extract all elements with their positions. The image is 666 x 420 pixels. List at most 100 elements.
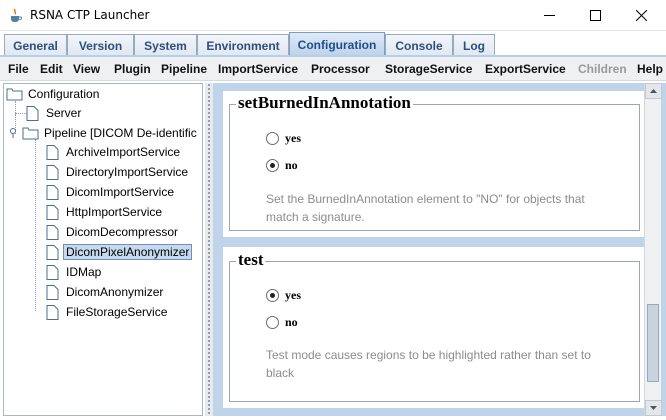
tree-item-idmap[interactable]: IDMap [46, 263, 103, 281]
menu-pipeline[interactable]: Pipeline [161, 62, 207, 76]
menu-processor[interactable]: Processor [311, 62, 370, 76]
attribute-title: test [236, 250, 266, 270]
tree-item-label: ArchiveImportService [66, 145, 181, 159]
tree-item-label: DicomImportService [66, 185, 175, 199]
tree-connector [35, 139, 36, 311]
splitter-grip [207, 83, 211, 416]
menu-bar: File Edit View Plugin Pipeline ImportSer… [0, 57, 666, 81]
tree-item-http-import-service[interactable]: HttpImportService [46, 203, 164, 221]
tree-item-dicom-anonymizer[interactable]: DicomAnonymizer [46, 283, 165, 301]
radio-no[interactable]: no [266, 315, 298, 330]
file-icon [46, 304, 59, 320]
tree-item-dicom-decompressor[interactable]: DicomDecompressor [46, 223, 180, 241]
description-line: black [266, 366, 295, 380]
maximize-icon [590, 10, 601, 21]
tree-item-archive-import-service[interactable]: ArchiveImportService [46, 143, 182, 161]
minimize-icon [544, 15, 555, 16]
file-icon [46, 244, 59, 260]
minimize-button[interactable] [527, 0, 573, 31]
tree-item-label: DicomPixelAnonymizer [63, 244, 193, 260]
tab-bar: General Version System Environment Confi… [0, 31, 666, 57]
radio-label: no [285, 158, 298, 172]
file-icon [26, 105, 39, 121]
radio-button[interactable] [266, 159, 279, 172]
tree-item-label: HttpImportService [66, 205, 163, 219]
menu-export-service[interactable]: ExportService [485, 62, 566, 76]
scroll-thumb[interactable] [647, 304, 659, 383]
tab-console[interactable]: Console [385, 34, 453, 56]
tree-item-server[interactable]: Server [26, 104, 83, 122]
file-icon [46, 184, 59, 200]
radio-label: yes [285, 288, 301, 302]
tree-item-directory-import-service[interactable]: DirectoryImportService [46, 163, 190, 181]
attribute-description: Set the BurnedInAnnotation element to "N… [266, 190, 626, 226]
tab-configuration[interactable]: Configuration [289, 32, 385, 56]
radio-yes[interactable]: yes [266, 131, 301, 146]
attribute-card-test: test yes no Test mode causes regions to … [223, 247, 646, 408]
menu-plugin[interactable]: Plugin [114, 62, 151, 76]
scroll-down-button[interactable] [645, 400, 662, 416]
tab-system[interactable]: System [134, 34, 197, 56]
tree-item-label: FileStorageService [66, 305, 168, 319]
vertical-scrollbar[interactable] [644, 83, 662, 416]
arrow-up-icon [650, 89, 657, 93]
maximize-button[interactable] [573, 0, 619, 31]
menu-storage-service[interactable]: StorageService [385, 62, 472, 76]
tree-root-label: Configuration [28, 87, 100, 101]
radio-yes[interactable]: yes [266, 288, 301, 303]
radio-no[interactable]: no [266, 158, 298, 173]
radio-button[interactable] [266, 132, 279, 145]
menu-file[interactable]: File [8, 62, 29, 76]
attribute-editor-panel: setBurnedInAnnotation yes no Set the Bur… [213, 83, 666, 416]
expand-handle-icon[interactable] [8, 127, 18, 139]
menu-children: Children [578, 62, 627, 76]
radio-label: no [285, 315, 298, 329]
file-icon [46, 264, 59, 280]
tree-item-label: Pipeline [DICOM De-identific [44, 126, 197, 140]
tree-item-label: IDMap [66, 265, 102, 279]
tree-item-pipeline[interactable]: Pipeline [DICOM De-identific [8, 124, 199, 142]
tree-item-dicom-pixel-anonymizer[interactable]: DicomPixelAnonymizer [46, 243, 193, 261]
menu-edit[interactable]: Edit [40, 62, 63, 76]
file-icon [46, 204, 59, 220]
file-icon [46, 164, 59, 180]
radio-label: yes [285, 131, 301, 145]
configuration-tree: Configuration Server Pipeline [DICOM De-… [3, 83, 203, 416]
menu-import-service[interactable]: ImportService [218, 62, 298, 76]
close-button[interactable] [619, 0, 665, 31]
tab-version[interactable]: Version [67, 34, 134, 56]
tree-root[interactable]: Configuration [6, 85, 101, 103]
scroll-up-button[interactable] [645, 83, 662, 99]
tree-item-label: DicomAnonymizer [66, 285, 164, 299]
tree-item-label: DirectoryImportService [66, 165, 189, 179]
radio-button[interactable] [266, 289, 279, 302]
description-line: Test mode causes regions to be highlight… [266, 348, 591, 362]
title-bar: RSNA CTP Launcher [0, 0, 666, 31]
tree-item-file-storage-service[interactable]: FileStorageService [46, 303, 169, 321]
menu-help[interactable]: Help [637, 62, 663, 76]
folder-icon [6, 88, 23, 101]
attribute-fieldset: setBurnedInAnnotation yes no Set the Bur… [229, 93, 640, 231]
tab-environment[interactable]: Environment [197, 34, 289, 56]
arrow-down-icon [650, 406, 657, 410]
menu-view[interactable]: View [73, 62, 100, 76]
tree-item-dicom-import-service[interactable]: DicomImportService [46, 183, 176, 201]
close-icon [636, 10, 647, 21]
tab-general[interactable]: General [4, 34, 67, 56]
split-pane-divider[interactable] [205, 83, 213, 416]
java-app-icon [11, 8, 22, 22]
tab-log[interactable]: Log [453, 34, 495, 56]
radio-button[interactable] [266, 316, 279, 329]
attribute-fieldset: test yes no Test mode causes regions to … [229, 250, 640, 402]
window-title: RSNA CTP Launcher [30, 8, 150, 22]
attribute-title: setBurnedInAnnotation [236, 93, 413, 113]
description-line: Set the BurnedInAnnotation element to "N… [266, 192, 585, 206]
file-icon [46, 224, 59, 240]
folder-icon [22, 127, 39, 140]
tree-item-label: Server [46, 106, 82, 120]
file-icon [46, 144, 59, 160]
file-icon [46, 284, 59, 300]
tree-item-label: DicomDecompressor [66, 225, 179, 239]
description-line: match a signature. [266, 210, 365, 224]
attribute-description: Test mode causes regions to be highlight… [266, 346, 626, 382]
